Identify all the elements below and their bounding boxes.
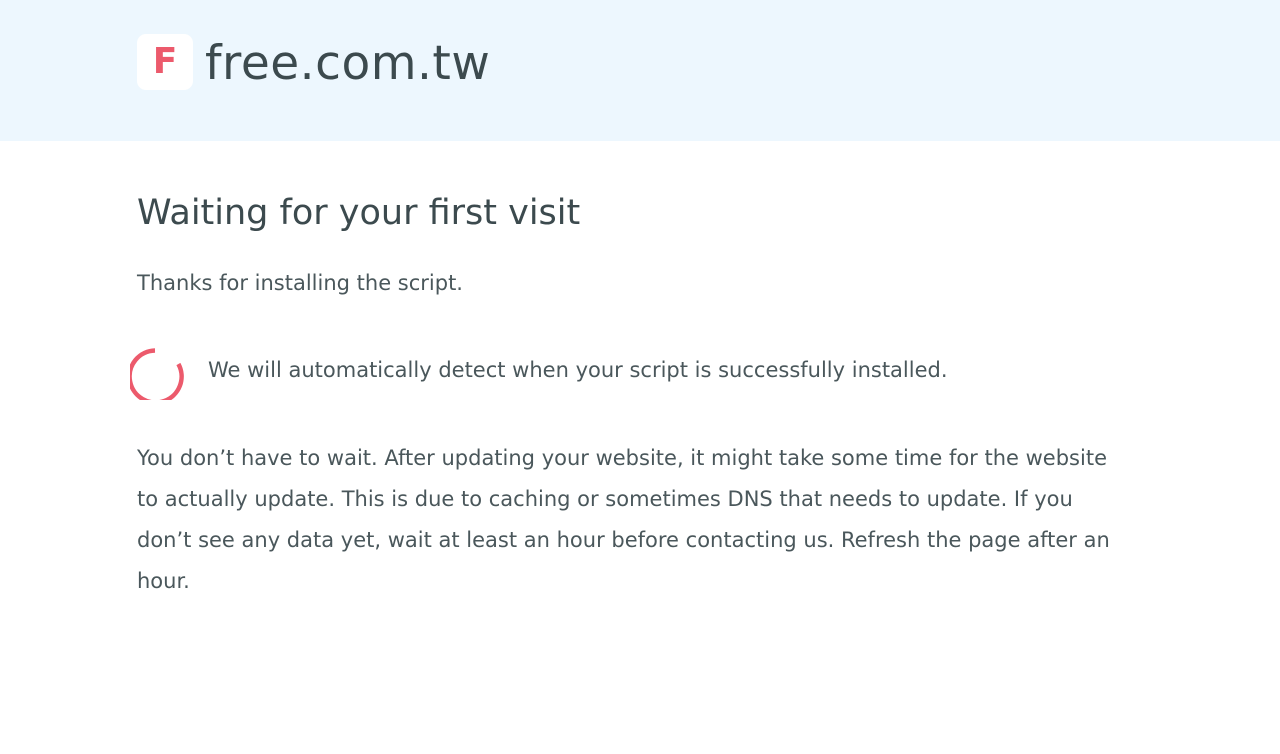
detect-text: We will automatically detect when your s… bbox=[208, 358, 948, 382]
logo-letter: F bbox=[152, 41, 178, 82]
thanks-text: Thanks for installing the script. bbox=[137, 271, 463, 295]
loading-spinner-icon bbox=[130, 348, 184, 400]
page-title: Waiting for your first visit bbox=[137, 193, 581, 233]
header: F free.com.tw bbox=[0, 0, 1280, 141]
site-name[interactable]: free.com.tw bbox=[205, 34, 490, 94]
wait-text: You don’t have to wait. After updating y… bbox=[137, 446, 1110, 593]
logo[interactable]: F bbox=[137, 34, 193, 90]
